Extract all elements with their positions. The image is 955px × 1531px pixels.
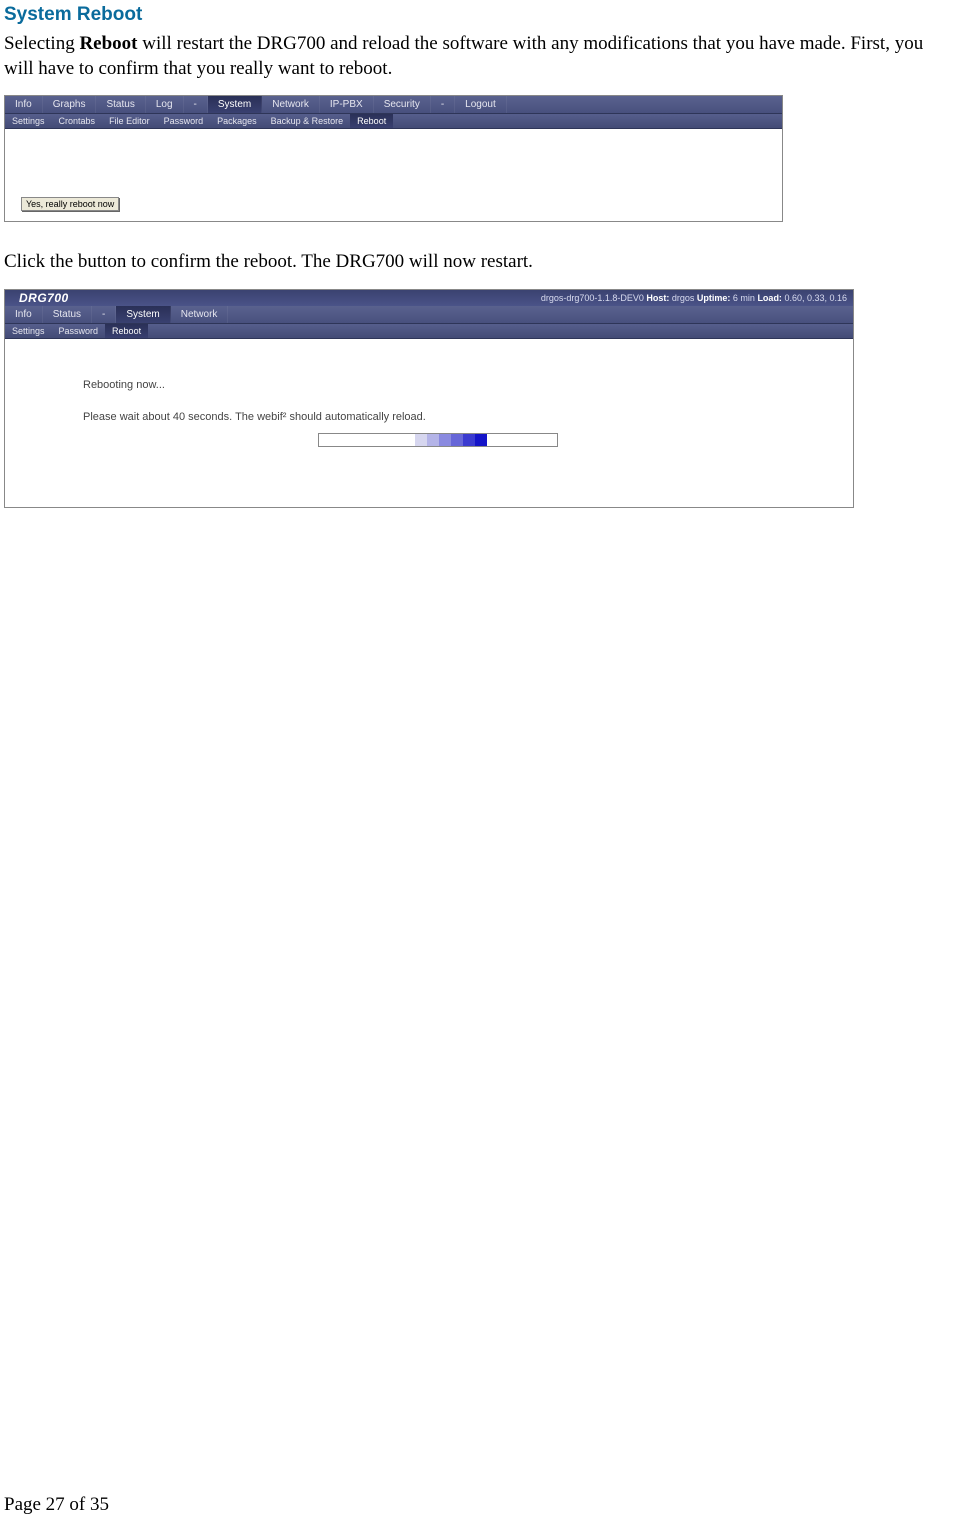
progress-seg [427,434,439,446]
subnav-tab-packages[interactable]: Packages [210,114,264,128]
progress-container [318,433,558,447]
mid-paragraph: Click the button to confirm the reboot. … [4,250,951,275]
subnav-tab-backup-restore[interactable]: Backup & Restore [264,114,351,128]
sub-nav: SettingsPasswordReboot [5,324,853,339]
nav-tab-log[interactable]: Log [146,96,184,113]
nav-tab--[interactable]: - [184,96,208,113]
nav-tab-security[interactable]: Security [374,96,431,113]
subnav-tab-reboot[interactable]: Reboot [105,324,148,338]
subnav-tab-reboot[interactable]: Reboot [350,114,393,128]
main-nav: InfoStatus-SystemNetwork [5,306,853,324]
nav-tab-graphs[interactable]: Graphs [43,96,97,113]
intro-paragraph: Selecting Reboot will restart the DRG700… [4,32,951,81]
status-load-label: Load: [757,293,782,303]
nav-tab--[interactable]: - [431,96,455,113]
subnav-tab-settings[interactable]: Settings [5,324,52,338]
status-version: drgos-drg700-1.1.8-DEV0 [541,293,644,303]
rebooting-message: Rebooting now... [83,379,793,391]
nav-tab-network[interactable]: Network [262,96,320,113]
status-uptime: 6 min [730,293,757,303]
progress-seg [463,434,475,446]
brand-label: DRG700 [19,291,69,305]
wait-message: Please wait about 40 seconds. The webif²… [83,411,793,423]
nav-tab-info[interactable]: Info [5,96,43,113]
status-text: drgos-drg700-1.1.8-DEV0 Host: drgos Upti… [541,293,847,303]
nav-tab-network[interactable]: Network [171,306,229,323]
status-host: drgos [669,293,697,303]
screenshot-rebooting: DRG700 drgos-drg700-1.1.8-DEV0 Host: drg… [4,289,854,508]
screenshot-confirm-reboot: InfoGraphsStatusLog-SystemNetworkIP-PBXS… [4,95,783,222]
sub-nav: SettingsCrontabsFile EditorPasswordPacka… [5,114,782,129]
progress-bar [318,433,558,447]
nav-tab--[interactable]: - [92,306,116,323]
progress-seg [415,434,427,446]
intro-pre: Selecting [4,33,79,54]
intro-bold: Reboot [79,33,137,54]
subnav-tab-file-editor[interactable]: File Editor [102,114,157,128]
intro-post: will restart the DRG700 and reload the s… [4,33,923,79]
title-bar: DRG700 drgos-drg700-1.1.8-DEV0 Host: drg… [5,290,853,306]
subnav-tab-settings[interactable]: Settings [5,114,52,128]
progress-seg [439,434,451,446]
nav-tab-ip-pbx[interactable]: IP-PBX [320,96,374,113]
status-uptime-label: Uptime: [697,293,731,303]
section-heading: System Reboot [4,4,955,26]
progress-seg [319,434,415,446]
page-footer: Page 27 of 35 [4,1494,109,1516]
subnav-tab-password[interactable]: Password [52,324,106,338]
subnav-tab-crontabs[interactable]: Crontabs [52,114,103,128]
screenshot-body: Yes, really reboot now [5,129,782,221]
screenshot-body: Rebooting now... Please wait about 40 se… [5,339,853,507]
status-host-label: Host: [646,293,669,303]
progress-seg [475,434,487,446]
progress-seg [487,434,557,446]
nav-tab-info[interactable]: Info [5,306,43,323]
nav-tab-logout[interactable]: Logout [455,96,507,113]
confirm-reboot-button[interactable]: Yes, really reboot now [21,197,119,211]
status-load: 0.60, 0.33, 0.16 [782,293,847,303]
nav-tab-system[interactable]: System [116,306,170,323]
nav-tab-status[interactable]: Status [96,96,145,113]
main-nav: InfoGraphsStatusLog-SystemNetworkIP-PBXS… [5,96,782,114]
nav-tab-status[interactable]: Status [43,306,92,323]
progress-seg [451,434,463,446]
nav-tab-system[interactable]: System [208,96,262,113]
subnav-tab-password[interactable]: Password [157,114,211,128]
